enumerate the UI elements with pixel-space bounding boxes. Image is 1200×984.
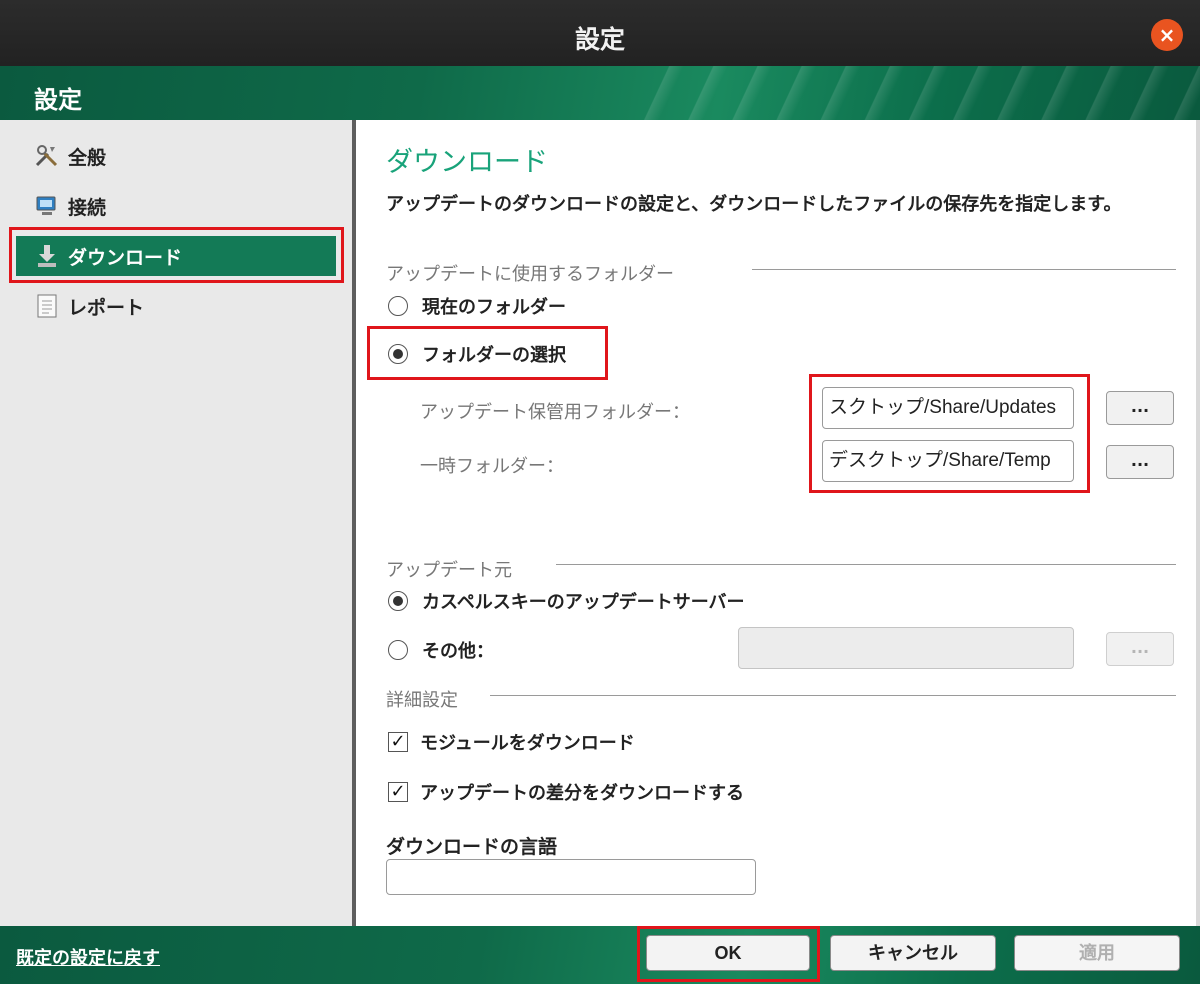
- source-group-label: アップデート元: [386, 560, 512, 581]
- folder-group-divider: [752, 269, 1176, 270]
- checkbox[interactable]: ✓: [388, 732, 408, 752]
- storage-folder-browse-button[interactable]: ...: [1106, 391, 1174, 425]
- tools-icon: [34, 143, 60, 169]
- highlight-folder-inputs: [809, 374, 1090, 493]
- checkbox-label: アップデートの差分をダウンロードする: [420, 783, 744, 804]
- sidebar-item-general[interactable]: 全般: [16, 136, 336, 176]
- other-source-input[interactable]: [738, 627, 1074, 669]
- sidebar-item-connection[interactable]: 接続: [16, 186, 336, 226]
- radio-button[interactable]: [388, 640, 408, 660]
- window-title: 設定: [574, 25, 625, 54]
- storage-folder-label: アップデート保管用フォルダー：: [420, 402, 690, 423]
- source-group-divider: [556, 564, 1176, 565]
- radio-kaspersky-server[interactable]: カスペルスキーのアップデートサーバー: [388, 588, 745, 614]
- network-icon: [34, 193, 60, 219]
- highlight-ok-button: [637, 926, 820, 982]
- section-title: ダウンロード: [386, 147, 548, 178]
- page-title: 設定: [34, 86, 82, 114]
- radio-button[interactable]: [388, 296, 408, 316]
- section-description: アップデートのダウンロードの設定と、ダウンロードしたファイルの保存先を指定します…: [386, 194, 1122, 215]
- sidebar-item-report[interactable]: レポート: [16, 286, 336, 326]
- radio-label: 現在のフォルダー: [422, 297, 566, 318]
- advanced-group-label: 詳細設定: [386, 690, 458, 711]
- sidebar-item-label: レポート: [68, 296, 145, 319]
- radio-label: その他：: [422, 641, 494, 662]
- close-icon[interactable]: ×: [1151, 19, 1183, 51]
- reset-defaults-link[interactable]: 既定の設定に戻す: [16, 944, 160, 970]
- radio-other-source[interactable]: その他：: [388, 637, 494, 663]
- apply-button[interactable]: 適用: [1014, 935, 1180, 971]
- scrollbar[interactable]: [1196, 120, 1200, 926]
- temp-folder-label: 一時フォルダー：: [420, 456, 564, 477]
- sidebar-item-label: 全般: [68, 146, 107, 169]
- checkbox-download-diffs[interactable]: ✓ アップデートの差分をダウンロードする: [388, 779, 744, 805]
- report-icon: [34, 293, 60, 319]
- temp-folder-browse-button[interactable]: ...: [1106, 445, 1174, 479]
- radio-button[interactable]: [388, 591, 408, 611]
- radio-label: カスペルスキーのアップデートサーバー: [422, 592, 745, 613]
- language-input[interactable]: [386, 859, 756, 895]
- main-panel: [356, 120, 1200, 926]
- header-decoration: [640, 66, 1200, 120]
- highlight-download-nav: [9, 227, 344, 283]
- checkbox-download-modules[interactable]: ✓ モジュールをダウンロード: [388, 729, 635, 755]
- cancel-button[interactable]: キャンセル: [830, 935, 996, 971]
- sidebar-item-label: 接続: [68, 196, 107, 219]
- checkbox-label: モジュールをダウンロード: [420, 733, 635, 754]
- advanced-group-divider: [490, 695, 1176, 696]
- header-band: 設定: [0, 66, 1200, 120]
- window-titlebar: 設定 ×: [0, 0, 1200, 66]
- radio-current-folder[interactable]: 現在のフォルダー: [388, 293, 566, 319]
- other-source-browse-button[interactable]: ...: [1106, 632, 1174, 666]
- folder-group-label: アップデートに使用するフォルダー: [386, 264, 674, 285]
- language-label: ダウンロードの言語: [386, 836, 558, 858]
- checkbox[interactable]: ✓: [388, 782, 408, 802]
- highlight-select-folder: [367, 326, 608, 380]
